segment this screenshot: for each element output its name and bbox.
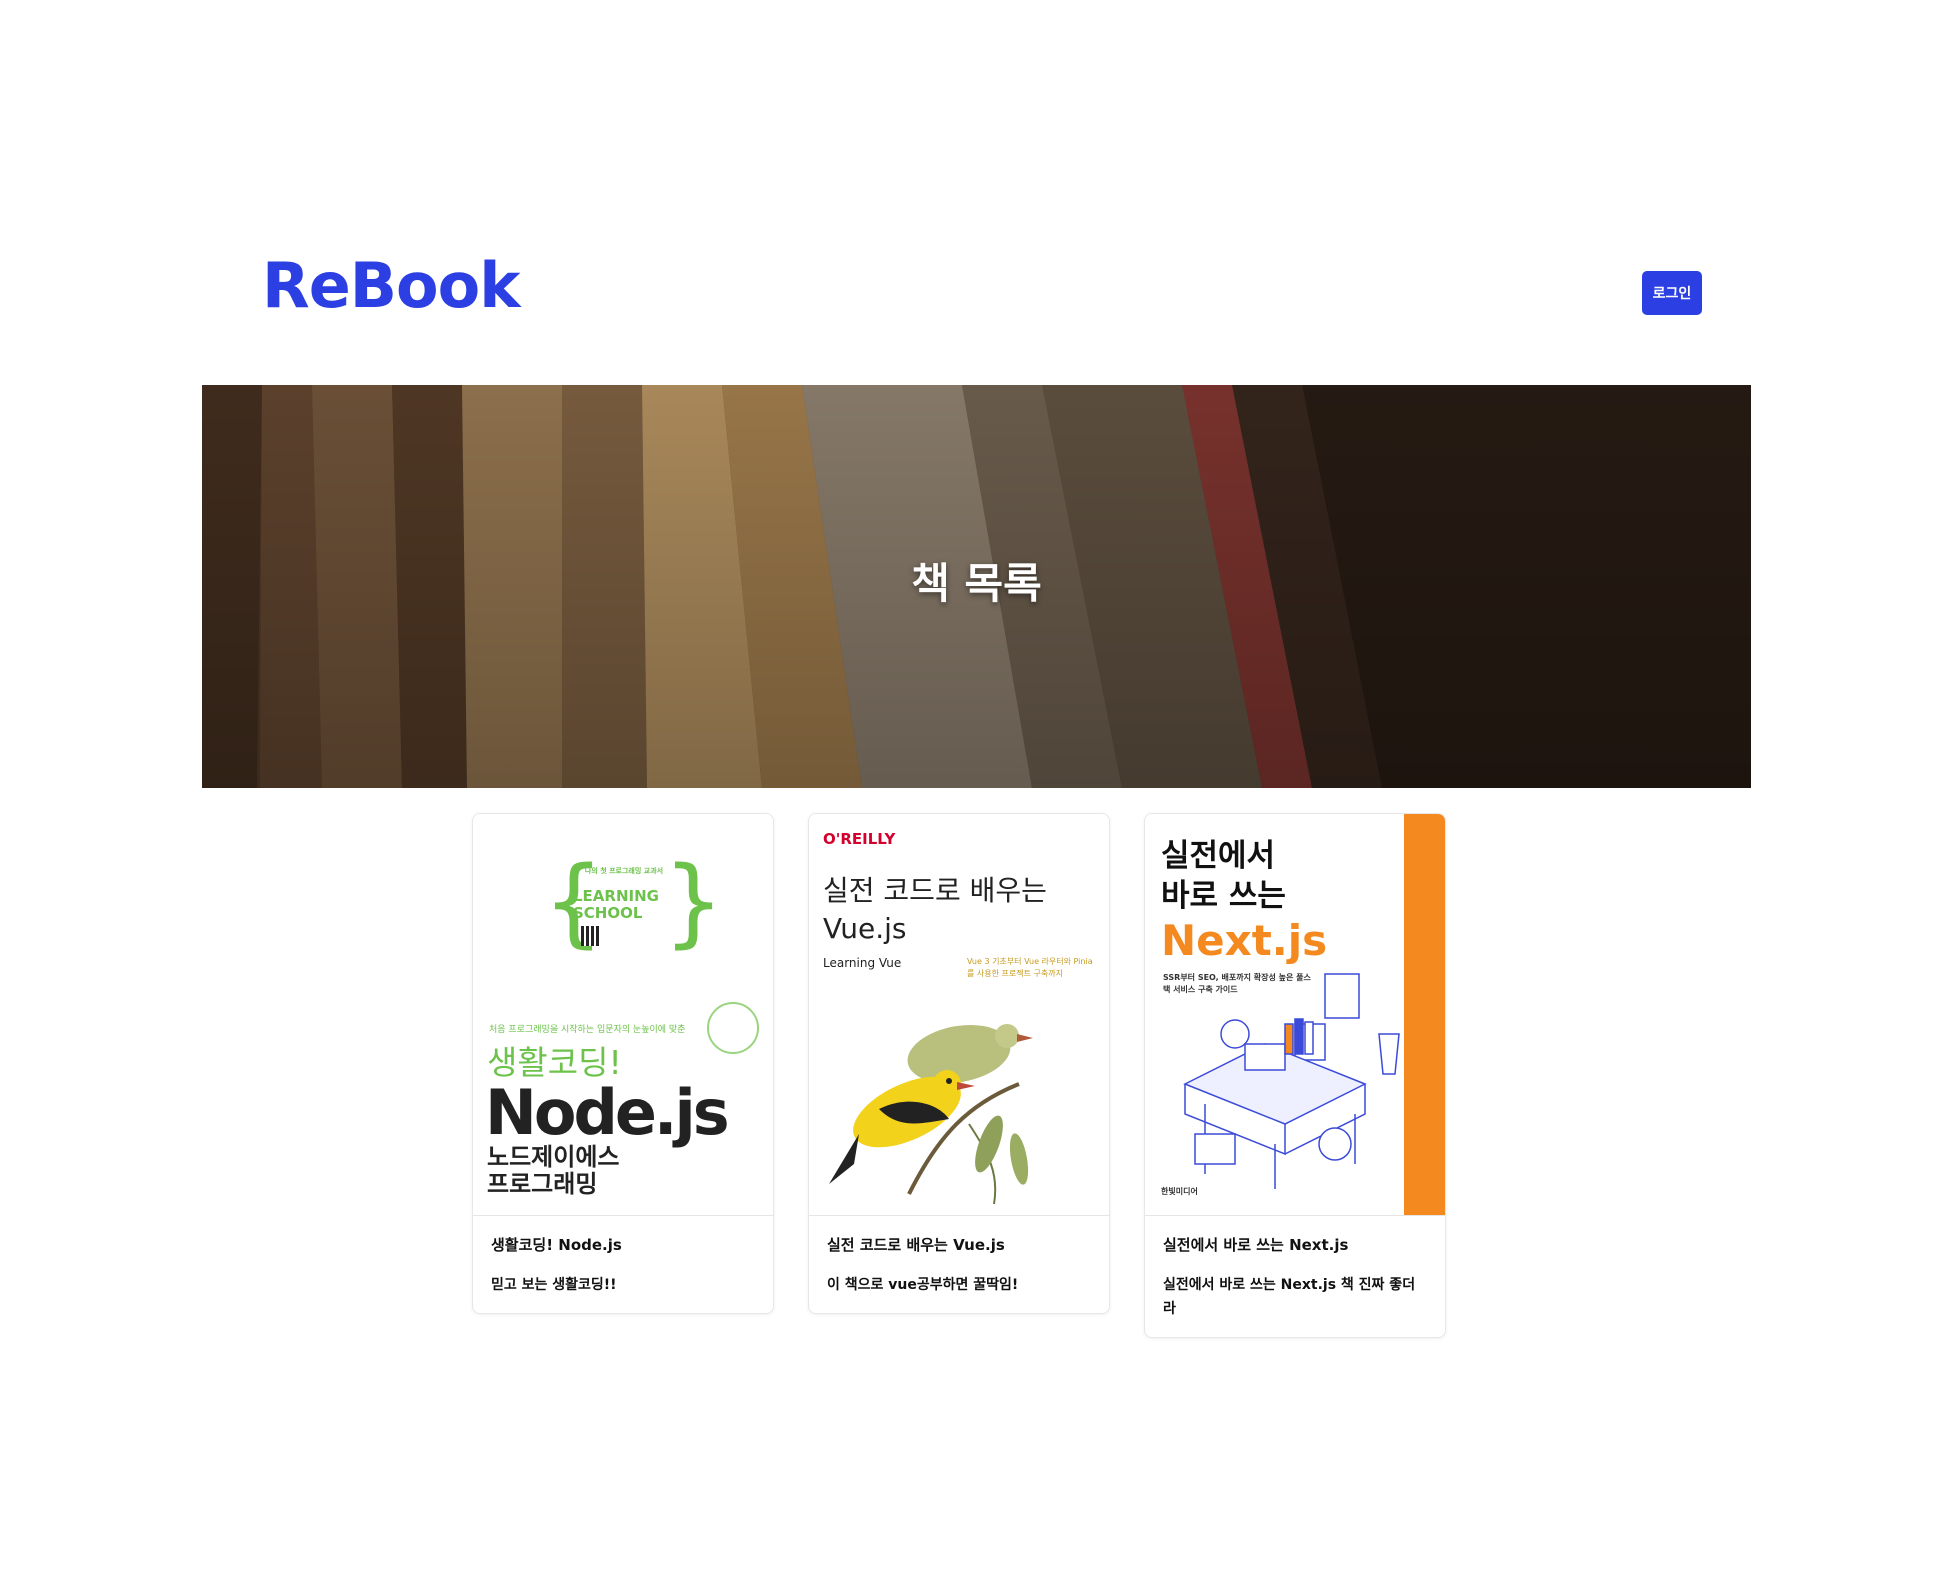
cover-series-top: 나의 첫 프로그래밍 교과서 — [584, 867, 664, 875]
book-cover-image: 실전에서 바로 쓰는 Next.js SSR부터 SEO, 배포까지 확장성 높… — [1145, 814, 1445, 1216]
cover-title: 실전에서 바로 쓰는 — [1161, 836, 1286, 916]
cover-title: 실전 코드로 배우는 Vue.js — [823, 872, 1047, 948]
book-title: 실전 코드로 배우는 Vue.js — [827, 1236, 1005, 1254]
site-header: ReBook 로그인 — [0, 0, 1940, 380]
login-button[interactable]: 로그인 — [1642, 271, 1702, 315]
book-description: 실전에서 바로 쓰는 Next.js 책 진짜 좋더라 — [1163, 1277, 1416, 1317]
cover-subtitle: 처음 프로그래밍을 시작하는 입문자의 눈높이에 맞춘 — [489, 1025, 686, 1035]
cover-orange-stripe — [1404, 814, 1445, 1215]
cover-publisher: O'REILLY — [823, 830, 896, 848]
qr-code-icon — [581, 926, 601, 946]
cover-publisher: 한빛미디어 — [1161, 1187, 1198, 1196]
cover-english-title: Learning Vue — [823, 956, 902, 970]
cover-series: LEARNING SCHOOL — [573, 887, 659, 922]
cover-main-title: Next.js — [1161, 916, 1328, 965]
site-logo[interactable]: ReBook — [262, 255, 520, 317]
cover-korean-title: 노드제이에스 프로그래밍 — [487, 1143, 620, 1198]
cover-main-title: Node.js — [485, 1076, 730, 1149]
book-description: 믿고 보는 생활코딩!! — [491, 1277, 617, 1293]
cover-title-line1: 실전에서 — [1161, 838, 1276, 874]
cover-title-line2: Vue.js — [823, 912, 907, 945]
cover-title-line2: 바로 쓰는 — [1161, 878, 1286, 914]
book-cover-image: O'REILLY 실전 코드로 배우는 Vue.js Learning Vue … — [809, 814, 1109, 1216]
oriole-bird-illustration — [829, 1024, 1033, 1205]
hero-banner: 책 목록 — [202, 385, 1751, 788]
book-card[interactable]: { } 나의 첫 프로그래밍 교과서 LEARNING SCHOOL 처음 프로… — [472, 813, 774, 1314]
book-description: 이 책으로 vue공부하면 꿀딱임! — [827, 1277, 1019, 1293]
book-title: 생활코딩! Node.js — [491, 1236, 622, 1254]
page-title: 책 목록 — [911, 559, 1042, 608]
cover-title-line1: 실전 코드로 배우는 — [823, 874, 1047, 907]
badge-icon — [707, 1002, 759, 1054]
book-card[interactable]: 실전에서 바로 쓰는 Next.js SSR부터 SEO, 배포까지 확장성 높… — [1144, 813, 1446, 1338]
book-title: 실전에서 바로 쓰는 Next.js — [1163, 1236, 1349, 1254]
book-card[interactable]: O'REILLY 실전 코드로 배우는 Vue.js Learning Vue … — [808, 813, 1110, 1314]
book-cover-image: { } 나의 첫 프로그래밍 교과서 LEARNING SCHOOL 처음 프로… — [473, 814, 773, 1216]
cover-tagline: Vue 3 기초부터 Vue 라우터와 Pinia를 사용한 프로젝트 구축까지 — [967, 957, 1093, 978]
workspace-illustration — [1183, 973, 1400, 1189]
